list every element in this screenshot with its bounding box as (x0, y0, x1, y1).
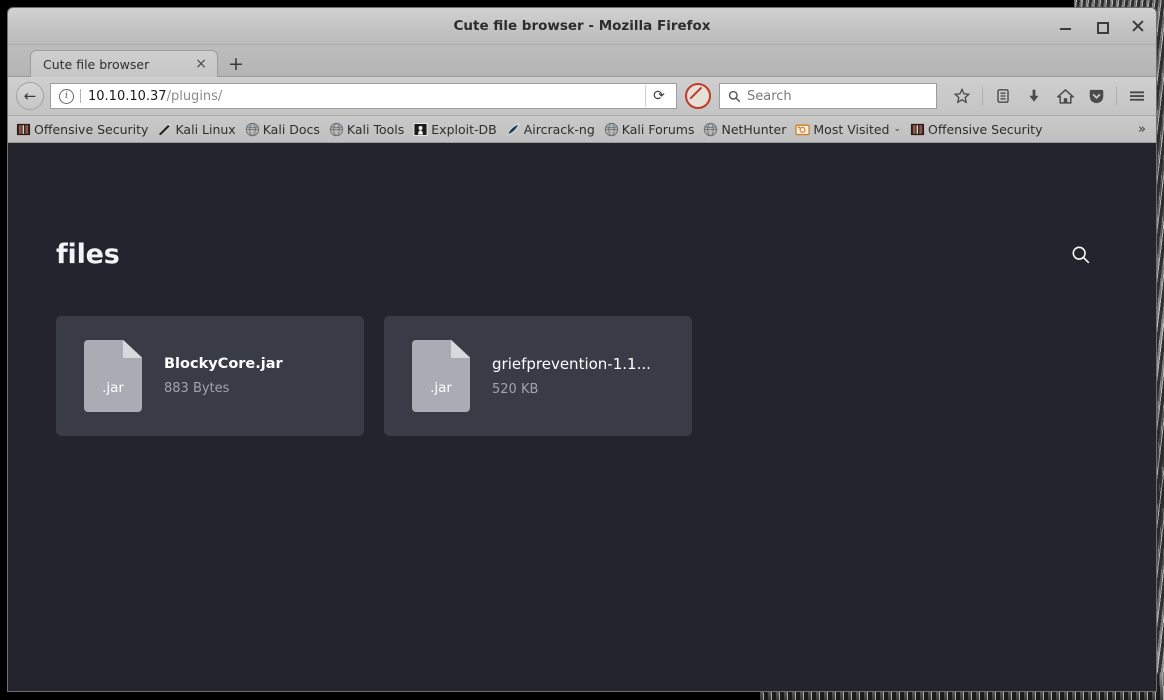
bookmark-label: Exploit-DB (431, 121, 497, 137)
downloads-icon[interactable] (1023, 85, 1045, 107)
file-name: griefprevention-1.1... (492, 355, 651, 373)
bookmark-label: Kali Docs (262, 121, 320, 137)
menu-hamburger-icon[interactable] (1126, 85, 1148, 107)
tab-strip: Cute file browser × + (8, 45, 1156, 77)
bookmark-label: NetHunter (721, 121, 787, 137)
window-title: Cute file browser - Mozilla Firefox (453, 18, 711, 34)
search-placeholder: Search (747, 88, 792, 104)
file-extension-label: .jar (430, 380, 452, 396)
url-bar[interactable]: i 10.10.10.37/plugins/ ⟳ (50, 83, 677, 109)
bookmarks-overflow-button[interactable]: » (1138, 122, 1150, 137)
aircrack-icon (506, 122, 521, 137)
bookmark-label: Offensive Security (34, 121, 149, 137)
bookmark-label: Kali Linux (175, 121, 236, 137)
folder-icon (795, 122, 811, 137)
tab-cute-file-browser[interactable]: Cute file browser × (30, 50, 218, 77)
offsec-icon (910, 122, 925, 137)
exploitdb-icon (413, 122, 428, 137)
bookmark-item[interactable]: Kali Forums (604, 121, 695, 137)
file-card[interactable]: .jar BlockyCore.jar 883 Bytes (56, 316, 364, 436)
window-close-button[interactable] (1130, 18, 1146, 34)
toolbar-separator (982, 87, 983, 105)
library-icon[interactable] (992, 85, 1014, 107)
bookmark-item[interactable]: Most Visited ⌄ (795, 122, 901, 137)
kali-dragon-icon (157, 122, 172, 137)
page-title: files (56, 239, 120, 270)
toolbar-icons (943, 85, 1148, 107)
toolbar-separator-2 (1116, 87, 1117, 105)
url-host: 10.10.10.37 (88, 88, 167, 104)
globe-icon (703, 122, 718, 137)
file-size: 520 KB (492, 382, 539, 397)
bookmark-item[interactable]: Kali Docs (245, 122, 320, 137)
bookmark-label: Aircrack-ng (523, 121, 595, 137)
back-button[interactable]: ← (16, 82, 44, 110)
bookmark-label: Kali Forums (621, 121, 695, 137)
bookmark-item[interactable]: Exploit-DB (413, 121, 497, 137)
bookmark-label: Offensive Security (928, 121, 1043, 137)
firefox-window: Cute file browser - Mozilla Firefox Cute… (8, 8, 1156, 691)
bookmark-label: Most Visited (813, 121, 890, 137)
tab-close-icon[interactable]: × (191, 57, 211, 71)
search-icon (728, 90, 741, 102)
window-maximize-button[interactable] (1094, 18, 1110, 34)
file-grid: .jar BlockyCore.jar 883 Bytes .jar griefprev… (48, 316, 1116, 436)
offsec-icon (16, 122, 31, 137)
reload-icon[interactable]: ⟳ (645, 85, 672, 107)
pocket-icon[interactable] (1085, 85, 1107, 107)
window-titlebar: Cute file browser - Mozilla Firefox (8, 8, 1156, 45)
bookmark-item[interactable]: Kali Tools (329, 122, 404, 137)
file-extension-label: .jar (102, 380, 124, 396)
bookmark-item[interactable]: Aircrack-ng (506, 122, 595, 137)
window-controls (1058, 8, 1146, 44)
page-search-button[interactable] (1066, 240, 1096, 270)
bookmarks-toolbar: Offensive Security Kali Linux Kali Docs Kal… (8, 116, 1156, 143)
page-viewport: files .jar BlockyCore.jar 883 Bytes .jar gri… (8, 143, 1156, 691)
new-tab-button[interactable]: + (220, 50, 252, 77)
file-size: 883 Bytes (164, 381, 230, 396)
file-card[interactable]: .jar griefprevention-1.1... 520 KB (384, 316, 692, 436)
bookmark-label: Kali Tools (346, 121, 405, 137)
globe-icon (245, 122, 260, 137)
home-icon[interactable] (1054, 85, 1076, 107)
search-box[interactable]: Search (719, 83, 937, 109)
globe-icon (604, 122, 619, 137)
chevron-down-icon[interactable]: ⌄ (893, 124, 901, 134)
navigation-toolbar: ← i 10.10.10.37/plugins/ ⟳ Search (8, 77, 1156, 116)
site-identity-icon[interactable]: i (59, 88, 74, 104)
bookmark-item[interactable]: Kali Linux (157, 121, 236, 137)
bookmark-item[interactable]: Offensive Security (16, 122, 148, 137)
url-path: /plugins/ (166, 88, 223, 104)
search-icon (1072, 246, 1090, 263)
window-minimize-button[interactable] (1058, 18, 1074, 34)
noscript-blocked-icon[interactable] (685, 83, 711, 109)
bookmark-star-icon[interactable] (951, 85, 973, 107)
jar-file-icon: .jar (412, 340, 470, 412)
identity-separator (80, 89, 81, 103)
bookmark-item[interactable]: NetHunter (703, 122, 786, 137)
bookmark-item[interactable]: Offensive Security (910, 122, 1042, 137)
page-header: files (48, 239, 1116, 270)
globe-icon (329, 122, 344, 137)
tab-label: Cute file browser (43, 56, 150, 72)
jar-file-icon: .jar (84, 340, 142, 412)
file-name: BlockyCore.jar (164, 356, 283, 372)
